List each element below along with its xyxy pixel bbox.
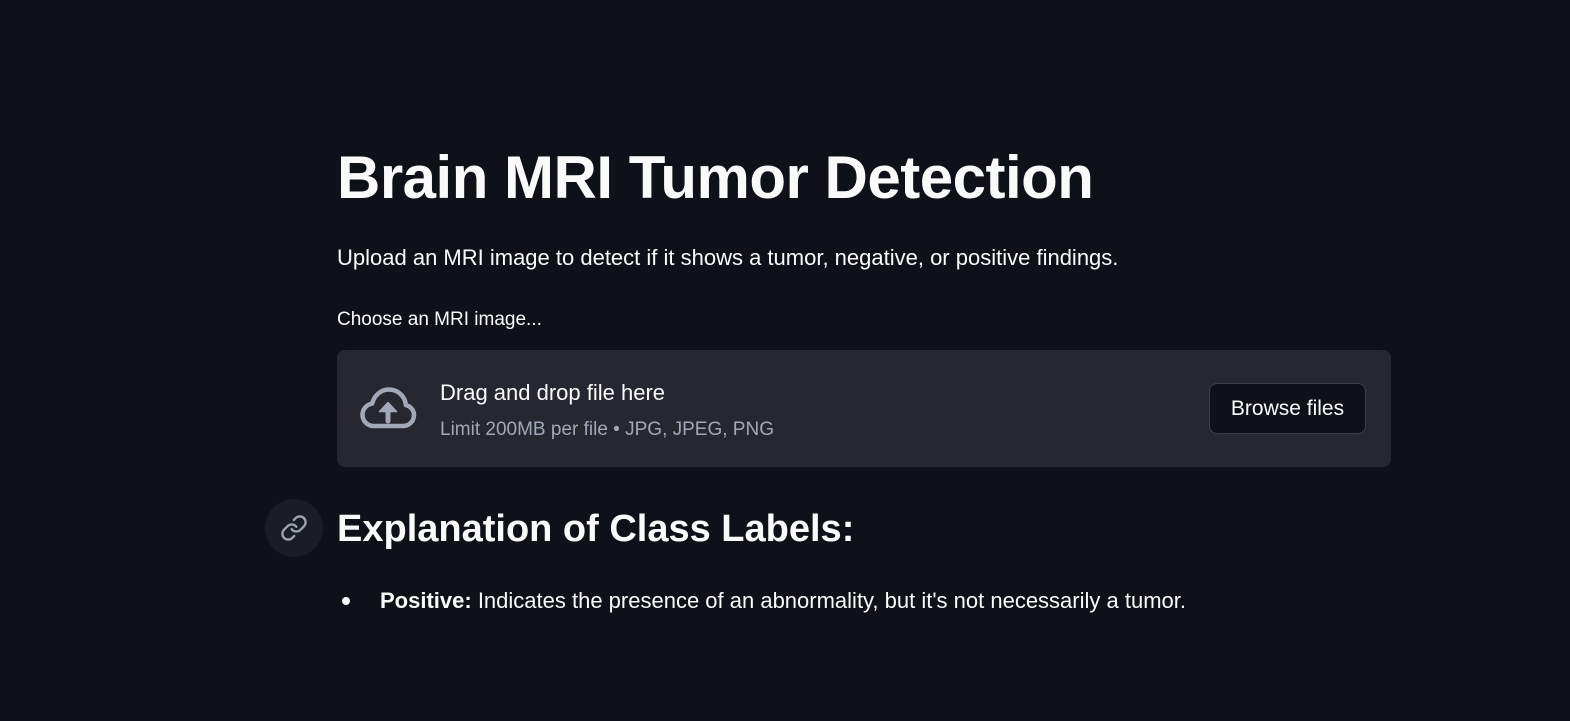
class-term: Positive:: [380, 588, 472, 613]
dropzone-file-limit: Limit 200MB per file • JPG, JPEG, PNG: [440, 419, 774, 440]
link-icon: [281, 515, 307, 541]
file-dropzone[interactable]: Drag and drop file here Limit 200MB per …: [337, 350, 1391, 467]
file-uploader-label: Choose an MRI image...: [337, 309, 542, 330]
class-label-list: Positive: Indicates the presence of an a…: [337, 586, 1186, 616]
heading-anchor-link[interactable]: [265, 499, 323, 557]
dropzone-instructions: Drag and drop file here: [440, 380, 666, 405]
explanation-heading: Explanation of Class Labels:: [337, 508, 855, 550]
page-subtitle: Upload an MRI image to detect if it show…: [337, 245, 1119, 270]
list-item: Positive: Indicates the presence of an a…: [337, 586, 1186, 616]
cloud-upload-icon: [360, 387, 417, 429]
page-title: Brain MRI Tumor Detection: [337, 144, 1094, 211]
bullet-icon: [342, 597, 350, 605]
browse-files-button[interactable]: Browse files: [1209, 383, 1366, 434]
class-description: Indicates the presence of an abnormality…: [471, 588, 1186, 613]
